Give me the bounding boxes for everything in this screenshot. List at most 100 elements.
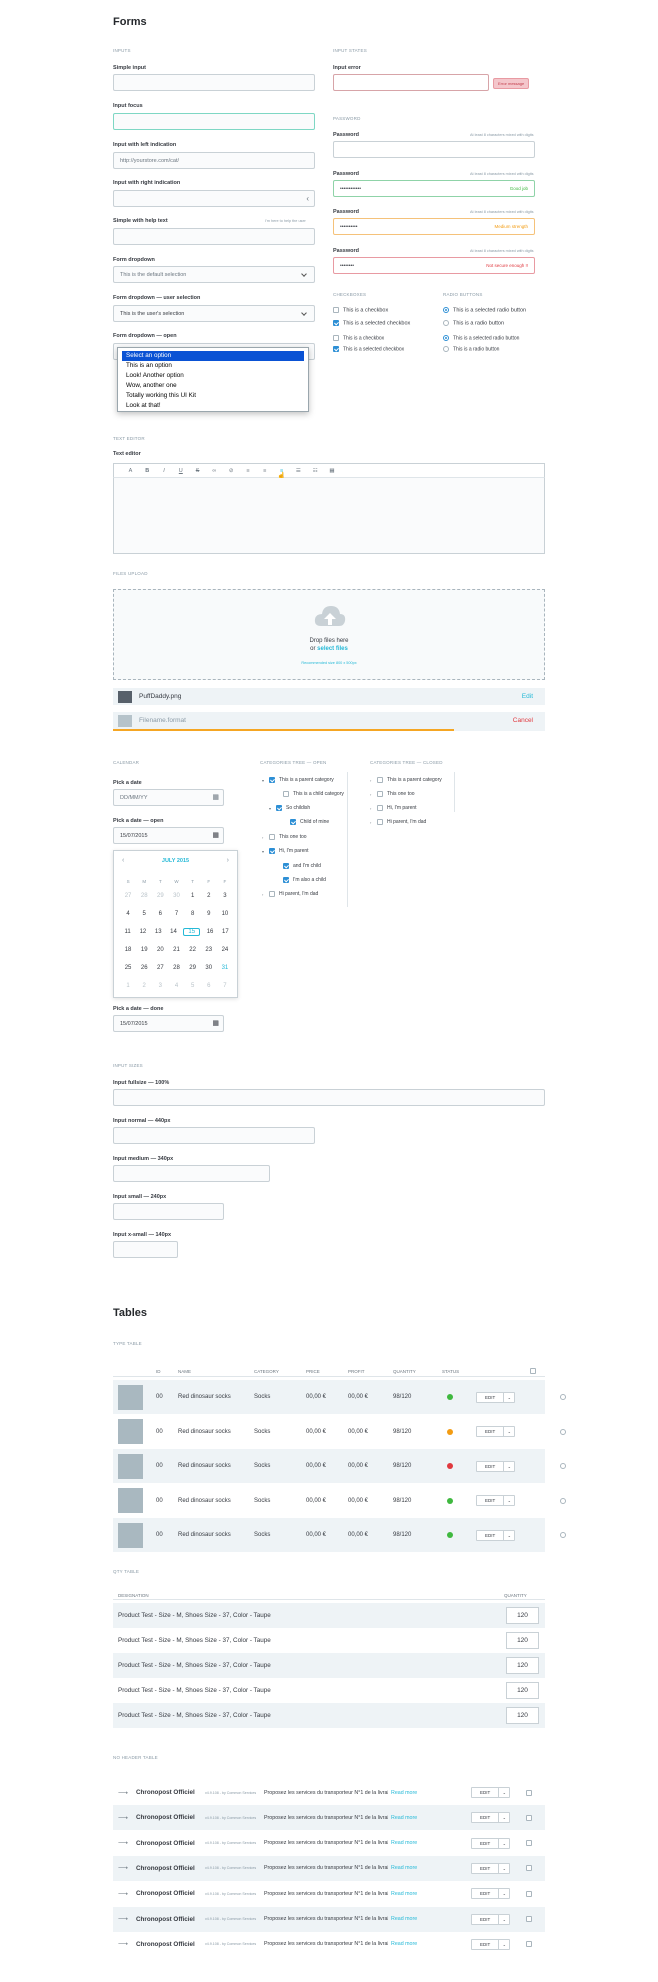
tree-open-item[interactable]: I'm also a child: [276, 877, 326, 883]
align-center-icon[interactable]: ≡: [256, 468, 273, 474]
row-radio[interactable]: [560, 1497, 566, 1504]
chevron-down-icon[interactable]: ⌄: [499, 1866, 509, 1871]
edit-button[interactable]: EDIT: [477, 1461, 505, 1471]
chevron-down-icon[interactable]: ⌄: [504, 1498, 514, 1503]
calendar-day[interactable]: 30: [168, 893, 184, 899]
read-more-link[interactable]: Read more: [391, 1941, 417, 1947]
read-more-link[interactable]: Read more: [391, 1865, 417, 1871]
edit-button[interactable]: EDIT: [472, 1889, 500, 1899]
bullet-list-icon[interactable]: ☰: [290, 468, 307, 474]
password-input[interactable]: •••••••••• Medium strength: [333, 218, 535, 235]
next-month-icon[interactable]: ›: [227, 857, 229, 864]
edit-button-group[interactable]: EDIT ⌄: [471, 1837, 511, 1849]
chevron-right-icon[interactable]: ›: [370, 806, 377, 811]
quantity-input[interactable]: 120: [506, 1632, 539, 1649]
checkbox-icon[interactable]: [377, 819, 383, 825]
calendar-day[interactable]: 12: [135, 929, 150, 935]
align-left-icon[interactable]: ≡: [240, 468, 257, 474]
calendar-day[interactable]: 29: [152, 893, 168, 899]
calendar-day[interactable]: 1: [120, 983, 136, 989]
password-input[interactable]: •••••••• Not secure enough !!: [333, 257, 535, 274]
edit-button[interactable]: EDIT: [477, 1427, 505, 1436]
calendar-day[interactable]: 14: [166, 929, 181, 935]
password-input[interactable]: •••••••••••• Good job: [333, 180, 535, 197]
quantity-input[interactable]: 120: [506, 1707, 539, 1724]
tree-open-item[interactable]: and I'm child: [276, 863, 321, 869]
calendar-day[interactable]: 26: [136, 965, 152, 971]
read-more-link[interactable]: Read more: [391, 1790, 417, 1796]
edit-button-group[interactable]: EDIT ⌄: [476, 1391, 516, 1403]
radio-item[interactable]: This is a selected radio button: [443, 307, 526, 313]
bold-icon[interactable]: B: [139, 468, 156, 474]
calendar-day[interactable]: 11: [120, 929, 135, 935]
chevron-right-icon[interactable]: ›: [370, 778, 377, 783]
focus-input[interactable]: [113, 113, 315, 130]
dropdown-option[interactable]: Look! Another option: [122, 371, 304, 381]
tree-open-item[interactable]: › This one too: [262, 834, 307, 840]
edit-button[interactable]: EDIT: [472, 1914, 500, 1924]
calendar-day[interactable]: 25: [120, 965, 136, 971]
read-more-link[interactable]: Read more: [391, 1815, 417, 1821]
chevron-down-icon[interactable]: ⌄: [499, 1815, 509, 1820]
calendar-day[interactable]: 16: [202, 929, 217, 935]
row-checkbox[interactable]: [526, 1840, 532, 1847]
checkbox-icon[interactable]: [283, 791, 289, 797]
calendar-day[interactable]: 13: [151, 929, 166, 935]
row-radio[interactable]: [560, 1394, 566, 1400]
edit-button-group[interactable]: EDIT ⌄: [476, 1495, 516, 1506]
date-input-done[interactable]: 15/07/2015 ▦: [113, 1015, 224, 1032]
tree-open-item[interactable]: This is a child category: [276, 791, 344, 797]
checkbox-icon[interactable]: [377, 777, 383, 783]
checkbox-icon[interactable]: [269, 834, 275, 840]
calendar-day[interactable]: 5: [136, 911, 152, 917]
tree-open-item[interactable]: ▾ So childish: [269, 805, 310, 811]
row-checkbox[interactable]: [526, 1916, 532, 1922]
chevron-down-icon[interactable]: ⌄: [499, 1917, 509, 1922]
form-dropdown[interactable]: This is the default selection: [113, 266, 315, 283]
date-input[interactable]: DD/MM/YY ▦: [113, 789, 224, 806]
tree-open-item[interactable]: Child of mine: [283, 819, 329, 825]
right-indication-input[interactable]: ‹: [113, 190, 315, 207]
font-color-icon[interactable]: A: [122, 468, 139, 474]
calendar-day[interactable]: 20: [152, 947, 168, 953]
calendar-day[interactable]: 18: [120, 947, 136, 953]
calendar-day[interactable]: 7: [217, 983, 233, 989]
calendar-day[interactable]: 4: [168, 983, 184, 989]
numbered-list-icon[interactable]: ☷: [307, 468, 324, 474]
italic-icon[interactable]: I: [156, 468, 173, 474]
chevron-down-icon[interactable]: ⌄: [504, 1429, 514, 1434]
edit-button[interactable]: EDIT: [477, 1392, 505, 1402]
chevron-down-icon[interactable]: ⌄: [504, 1464, 514, 1469]
input-normal[interactable]: [113, 1127, 315, 1144]
calendar-day[interactable]: 3: [152, 983, 168, 989]
calendar-day[interactable]: 27: [120, 893, 136, 899]
chevron-down-icon[interactable]: ⌄: [499, 1891, 509, 1896]
checkbox-icon[interactable]: [269, 848, 275, 854]
chevron-right-icon[interactable]: ›: [370, 792, 377, 797]
edit-button-group[interactable]: EDIT ⌄: [471, 1787, 511, 1798]
dropdown-option[interactable]: Wow, another one: [122, 381, 304, 391]
calendar-day[interactable]: 24: [217, 947, 233, 953]
calendar-icon[interactable]: ▦: [212, 793, 219, 801]
select-files-link[interactable]: select files: [317, 646, 348, 652]
file-dropzone[interactable]: Drop files here or select files Recommen…: [113, 589, 545, 680]
calendar-day[interactable]: 5: [185, 983, 201, 989]
chevron-right-icon[interactable]: ›: [262, 892, 269, 897]
text-editor-area[interactable]: [113, 478, 545, 554]
edit-button-group[interactable]: EDIT ⌄: [471, 1888, 511, 1900]
input-medium[interactable]: [113, 1165, 270, 1182]
chevron-down-icon[interactable]: ⌄: [499, 1942, 509, 1947]
help-input[interactable]: [113, 228, 315, 245]
calendar-icon[interactable]: ▦: [212, 831, 219, 839]
edit-button[interactable]: EDIT: [472, 1939, 500, 1949]
chevron-right-icon[interactable]: ›: [262, 835, 269, 840]
checkbox-item[interactable]: This is a selected checkbox: [333, 320, 410, 326]
calendar-day[interactable]: 21: [168, 947, 184, 953]
quantity-input[interactable]: 120: [506, 1682, 539, 1699]
dropdown-option[interactable]: Select an option: [122, 351, 304, 361]
tree-open-item[interactable]: ▾ This is a parent category: [262, 777, 334, 783]
calendar-day[interactable]: 6: [152, 911, 168, 917]
radio-item[interactable]: This is a radio button: [443, 346, 499, 352]
chevron-down-icon[interactable]: ▾: [262, 778, 269, 783]
calendar-day[interactable]: 1: [185, 893, 201, 899]
